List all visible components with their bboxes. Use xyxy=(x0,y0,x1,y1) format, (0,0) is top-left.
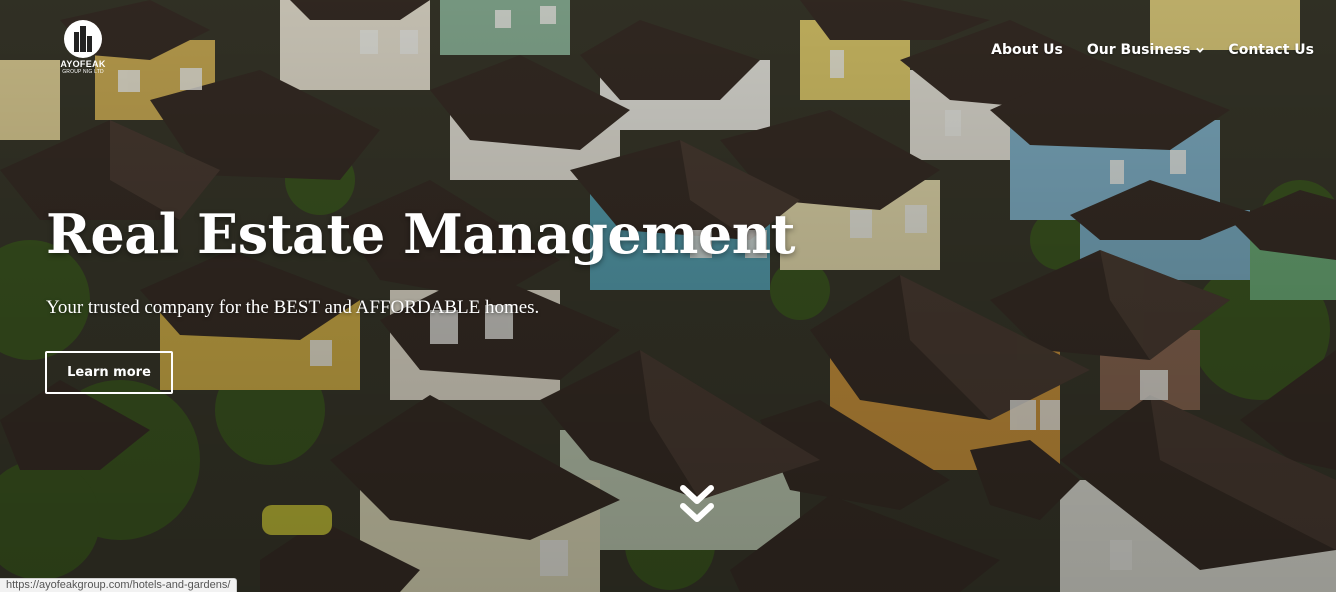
hero-dark-overlay xyxy=(0,0,1336,592)
nav-contact-us[interactable]: Contact Us xyxy=(1228,42,1314,58)
company-logo[interactable]: AYOFEAK GROUP NIG LTD xyxy=(56,20,110,78)
logo-tagline: GROUP NIG LTD xyxy=(62,69,104,75)
nav-contact-us-label: Contact Us xyxy=(1228,42,1314,58)
hero-title: Real Estate Management xyxy=(46,202,795,266)
nav-our-business-label: Our Business xyxy=(1086,42,1191,58)
logo-name: AYOFEAK xyxy=(60,59,106,69)
main-nav: About Us Our Business Contact Us xyxy=(991,42,1314,58)
learn-more-button[interactable]: Learn more xyxy=(45,351,173,394)
logo-building-icon xyxy=(64,20,102,58)
nav-about-us[interactable]: About Us xyxy=(991,42,1063,58)
double-chevron-down-icon[interactable] xyxy=(679,484,715,526)
nav-our-business[interactable]: Our Business xyxy=(1087,42,1205,58)
status-bar-url: https://ayofeakgroup.com/hotels-and-gard… xyxy=(0,578,238,592)
chevron-down-icon xyxy=(1196,47,1205,53)
nav-about-us-label: About Us xyxy=(991,42,1063,58)
hero-subtitle: Your trusted company for the BEST and AF… xyxy=(46,297,540,318)
